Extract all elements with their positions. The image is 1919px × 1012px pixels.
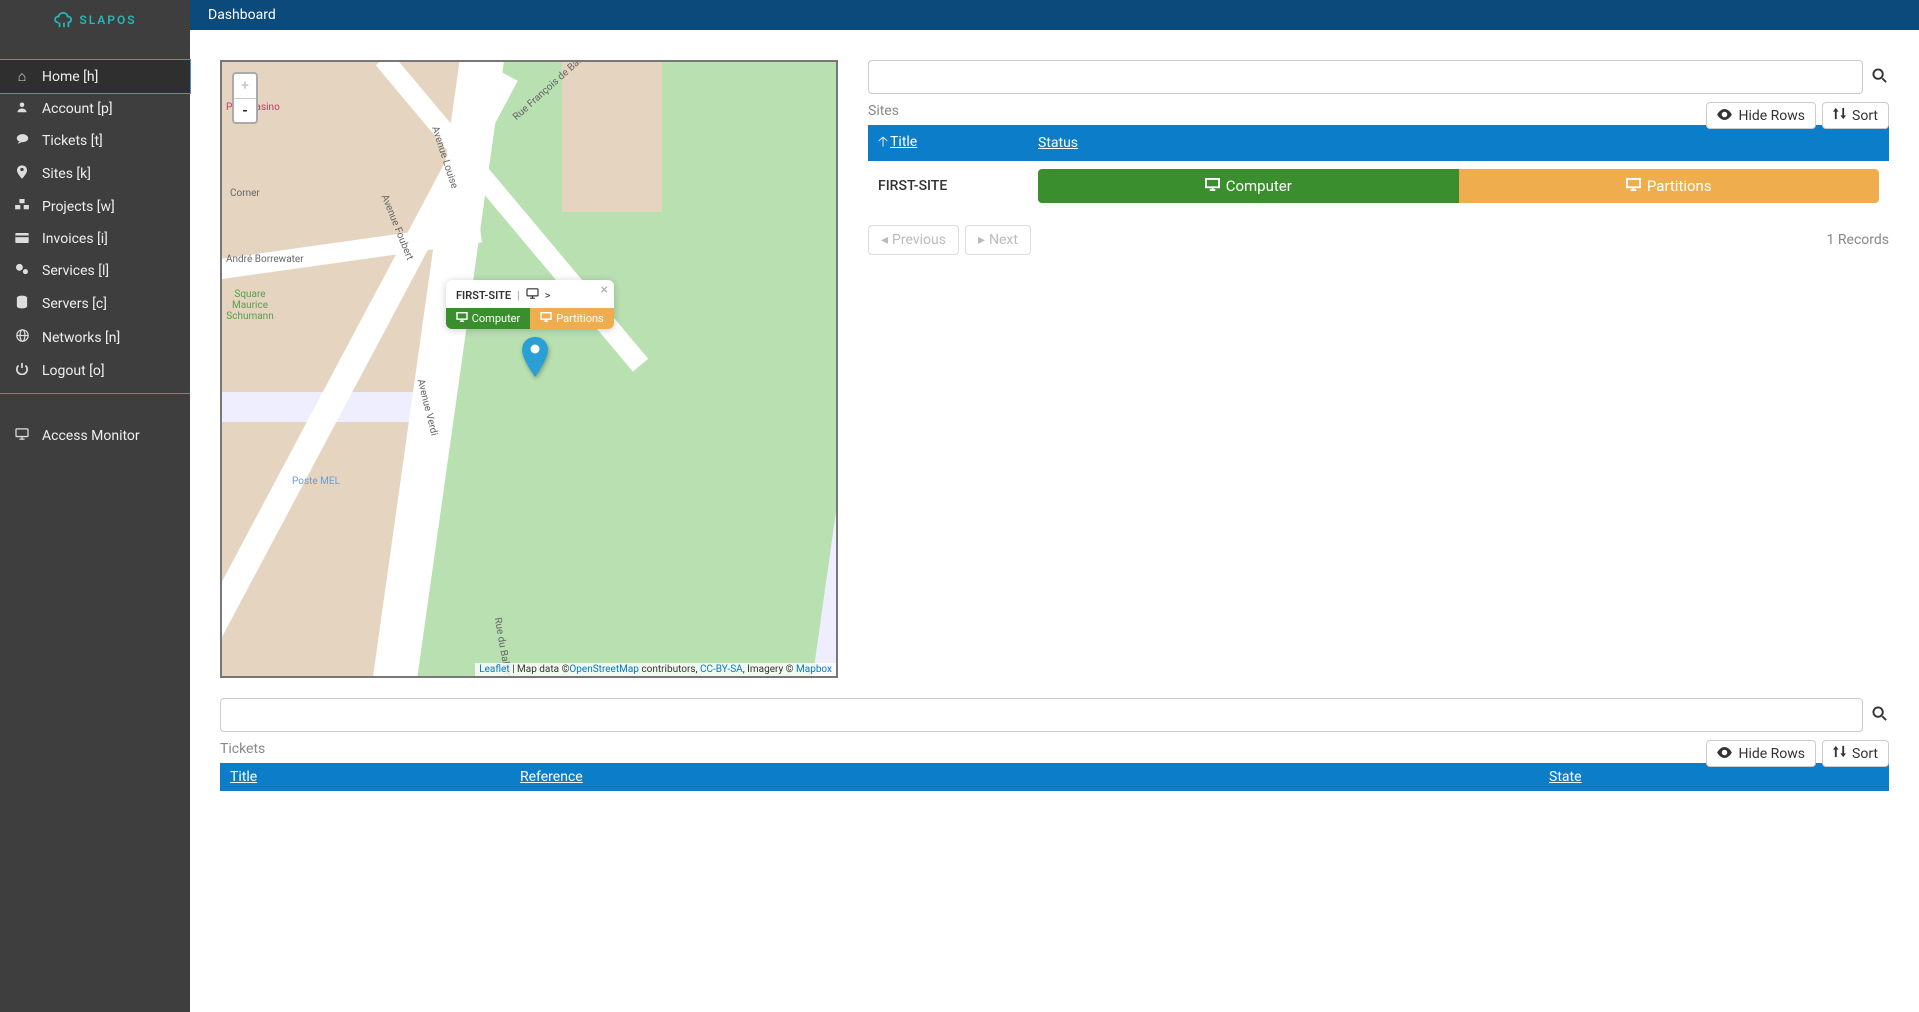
- sidebar-item-account[interactable]: Account [p]: [0, 93, 190, 125]
- desktop-icon: [1205, 177, 1220, 195]
- sites-table: 🡡Title Status FIRST-SITE Computer: [868, 125, 1889, 211]
- sidebar-item-projects[interactable]: Projects [w]: [0, 191, 190, 223]
- desktop-icon: [526, 288, 539, 302]
- leaflet-link[interactable]: Leaflet: [479, 664, 509, 675]
- sort-icon: [1833, 745, 1846, 762]
- sites-next-button[interactable]: ▸Next: [965, 225, 1031, 255]
- sidebar-item-servers[interactable]: Servers [c]: [0, 287, 190, 321]
- sidebar-item-access-monitor[interactable]: Access Monitor: [0, 420, 190, 452]
- tickets-col-title[interactable]: Title: [220, 763, 510, 791]
- popup-title: FIRST-SITE: [456, 289, 511, 302]
- sidebar-divider: [0, 393, 190, 394]
- desktop-icon: [14, 428, 30, 444]
- site-title-cell[interactable]: FIRST-SITE: [868, 161, 1028, 211]
- page-title: Dashboard: [208, 7, 276, 23]
- card-icon: [14, 231, 30, 247]
- sites-pager: ◂Previous ▸Next 1 Records: [868, 225, 1889, 255]
- sidebar-item-logout[interactable]: Logout [o]: [0, 354, 190, 387]
- popup-computer-button[interactable]: Computer: [446, 308, 530, 329]
- sidebar: SLAPOS ⌂Home [h] Account [p] Tickets [t]…: [0, 0, 190, 1012]
- cubes-icon: [14, 199, 30, 215]
- sidebar-nav: ⌂Home [h] Account [p] Tickets [t] Sites …: [0, 60, 190, 387]
- map-zoom-out[interactable]: -: [234, 98, 256, 122]
- chat-icon: [14, 133, 30, 149]
- tickets-section-label: Tickets: [220, 741, 1889, 757]
- topbar: Dashboard: [190, 0, 1919, 30]
- database-icon: [14, 295, 30, 313]
- site-computer-button[interactable]: Computer: [1038, 169, 1459, 203]
- map-attribution: Leaflet | Map data ©OpenStreetMap contri…: [475, 663, 836, 676]
- map-marker[interactable]: [522, 337, 548, 381]
- map-zoom-in[interactable]: +: [234, 74, 256, 98]
- cogs-icon: [14, 263, 30, 279]
- tickets-hide-rows-button[interactable]: Hide Rows: [1706, 740, 1816, 767]
- sort-asc-icon: 🡡: [878, 131, 888, 155]
- cc-link[interactable]: CC-BY-SA: [700, 664, 743, 675]
- sites-search-button[interactable]: [1869, 60, 1889, 94]
- globe-icon: [14, 329, 30, 346]
- sidebar-item-home[interactable]: ⌂Home [h]: [0, 60, 190, 93]
- sidebar-secondary: Access Monitor: [0, 420, 190, 452]
- site-partitions-button[interactable]: Partitions: [1459, 169, 1880, 203]
- sidebar-item-tickets[interactable]: Tickets [t]: [0, 125, 190, 157]
- pin-icon: [14, 165, 30, 183]
- tickets-col-reference[interactable]: Reference: [510, 763, 1539, 791]
- desktop-icon: [540, 312, 552, 325]
- sidebar-item-invoices[interactable]: Invoices [i]: [0, 223, 190, 255]
- tickets-col-state[interactable]: State: [1539, 763, 1889, 791]
- sidebar-item-services[interactable]: Services [l]: [0, 255, 190, 287]
- home-icon: ⌂: [14, 68, 30, 85]
- desktop-icon: [456, 312, 468, 325]
- mapbox-link[interactable]: Mapbox: [796, 664, 832, 675]
- tickets-search-input[interactable]: [220, 698, 1863, 732]
- sites-records-count: 1 Records: [1827, 232, 1889, 248]
- eye-icon: [1717, 108, 1732, 124]
- search-icon: [1872, 706, 1887, 725]
- main-content: Rue François de Badts Avenue Louise Aven…: [190, 30, 1919, 821]
- tickets-panel: Hide Rows Sort Tickets Title Reference S…: [220, 698, 1889, 791]
- user-icon: [14, 101, 30, 117]
- sites-prev-button[interactable]: ◂Previous: [868, 225, 959, 255]
- map[interactable]: Rue François de Badts Avenue Louise Aven…: [220, 60, 838, 678]
- popup-partitions-button[interactable]: Partitions: [530, 308, 614, 329]
- sites-search-input[interactable]: [868, 60, 1863, 94]
- search-icon: [1872, 68, 1887, 87]
- tickets-table: Title Reference State: [220, 763, 1889, 791]
- sidebar-item-networks[interactable]: Networks [n]: [0, 321, 190, 354]
- sites-col-title[interactable]: 🡡Title: [868, 125, 1028, 161]
- caret-right-icon: ▸: [978, 232, 985, 248]
- popup-close-icon[interactable]: ×: [601, 282, 608, 298]
- power-icon: [14, 362, 30, 379]
- tickets-search-button[interactable]: [1869, 698, 1889, 732]
- map-zoom-control: + -: [232, 72, 258, 124]
- desktop-icon: [1626, 177, 1641, 195]
- sites-hide-rows-button[interactable]: Hide Rows: [1706, 102, 1816, 129]
- table-row: FIRST-SITE Computer Partitions: [868, 161, 1889, 211]
- osm-link[interactable]: OpenStreetMap: [569, 664, 639, 675]
- sidebar-item-sites[interactable]: Sites [k]: [0, 157, 190, 191]
- map-popup: × FIRST-SITE | > Computer Partitions: [446, 280, 614, 329]
- brand-logo: SLAPOS: [0, 0, 190, 40]
- sites-col-status[interactable]: Status: [1028, 125, 1889, 161]
- eye-icon: [1717, 746, 1732, 762]
- sites-sort-button[interactable]: Sort: [1822, 102, 1889, 129]
- sort-icon: [1833, 107, 1846, 124]
- caret-left-icon: ◂: [881, 232, 888, 248]
- tickets-sort-button[interactable]: Sort: [1822, 740, 1889, 767]
- sites-panel: Hide Rows Sort Sites 🡡Title Status: [868, 60, 1889, 255]
